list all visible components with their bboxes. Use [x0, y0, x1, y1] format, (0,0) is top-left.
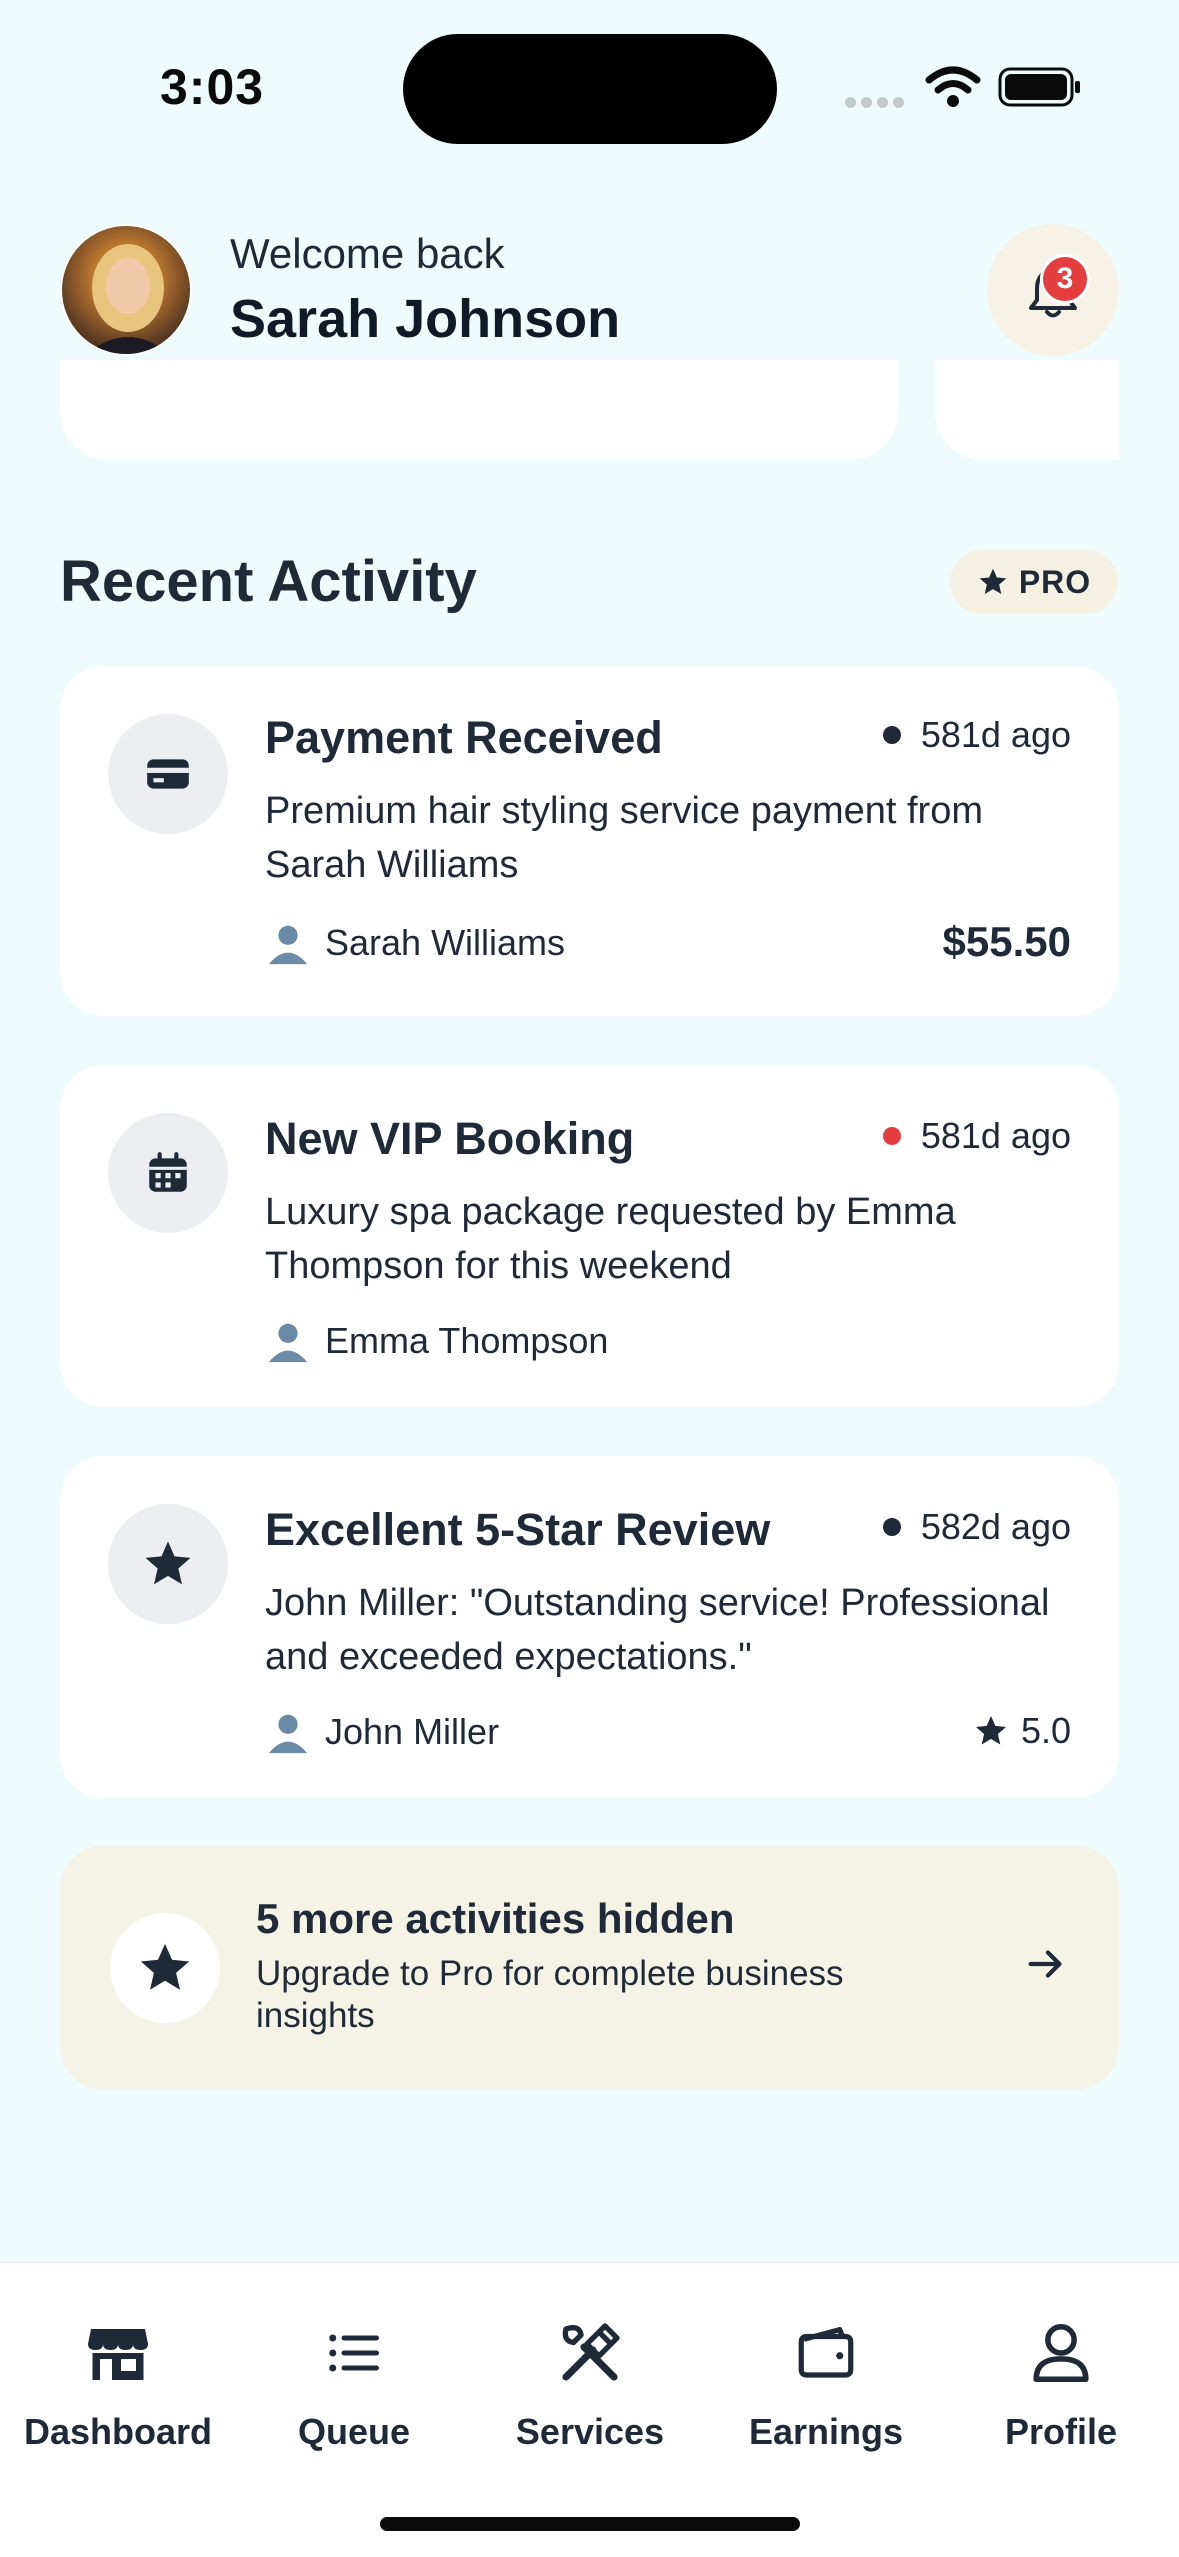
- activity-title: Excellent 5-Star Review: [265, 1504, 771, 1555]
- upgrade-banner[interactable]: 5 more activities hidden Upgrade to Pro …: [60, 1845, 1119, 2090]
- status-dot: [882, 726, 901, 744]
- activity-time: 581d ago: [882, 1115, 1071, 1157]
- calendar-icon: [149, 1152, 187, 1192]
- avatar[interactable]: [60, 224, 192, 356]
- tools-icon: [562, 2323, 620, 2381]
- user-name: Sarah Johnson: [230, 289, 621, 349]
- activity-time: 581d ago: [882, 714, 1071, 756]
- nav-label: Queue: [297, 2411, 411, 2452]
- nav-label: Earnings: [748, 2411, 904, 2452]
- activity-amount: $55.50: [942, 918, 1071, 965]
- activity-person-name: John Miller: [325, 1711, 500, 1752]
- dynamic-island: [403, 34, 777, 144]
- activity-title: Payment Received: [265, 712, 663, 763]
- arrow-right-icon[interactable]: [1023, 1941, 1069, 1987]
- pro-badge[interactable]: PRO: [950, 550, 1118, 614]
- activity-person-name: Sarah Williams: [325, 922, 566, 963]
- activity-description: John Miller: "Outstanding service! Profe…: [265, 1582, 1050, 1678]
- stats-card[interactable]: [60, 360, 898, 460]
- person-icon: [268, 1323, 308, 1363]
- rating-value: 5.0: [1020, 1710, 1071, 1751]
- credit-card-icon: [147, 759, 189, 789]
- status-time: 3:03: [160, 59, 265, 115]
- activity-icon-container: [108, 1504, 228, 1624]
- star-icon: [145, 1541, 191, 1585]
- wifi-icon: [925, 66, 981, 107]
- cellular-signal-icon: [845, 95, 909, 113]
- upgrade-title: 5 more activities hidden: [256, 1895, 735, 1942]
- nav-services[interactable]: Services: [472, 2313, 708, 2453]
- status-dot-urgent: [882, 1127, 901, 1145]
- battery-icon: [998, 67, 1080, 107]
- bottom-navigation: Dashboard Queue Services Earnings Profil…: [0, 2262, 1179, 2557]
- upgrade-icon-container: [110, 1913, 220, 2023]
- activity-person[interactable]: John Miller: [265, 1709, 499, 1755]
- activity-time-label: 582d ago: [920, 1506, 1071, 1547]
- list-icon: [329, 2334, 379, 2372]
- activity-card-review[interactable]: Excellent 5-Star Review 582d ago John Mi…: [60, 1456, 1119, 1798]
- nav-queue[interactable]: Queue: [236, 2313, 472, 2453]
- nav-profile[interactable]: Profile: [943, 2313, 1179, 2453]
- rating-star-icon: [975, 1716, 1006, 1745]
- stats-card-next[interactable]: [935, 360, 1119, 460]
- activity-icon-container: [108, 1113, 228, 1233]
- activity-rating: 5.0: [973, 1710, 1071, 1752]
- person-icon: [1033, 2323, 1089, 2383]
- activity-person[interactable]: Sarah Williams: [265, 920, 565, 966]
- activity-description: Premium hair styling service payment fro…: [265, 790, 983, 886]
- wallet-icon: [798, 2327, 854, 2378]
- star-icon: [140, 1943, 190, 1990]
- nav-label: Services: [515, 2411, 665, 2452]
- activity-card-booking[interactable]: New VIP Booking 581d ago Luxury spa pack…: [60, 1065, 1119, 1407]
- upgrade-subtitle: Upgrade to Pro for complete business ins…: [256, 1954, 844, 2035]
- activity-card-payment[interactable]: Payment Received 581d ago Premium hair s…: [60, 666, 1119, 1016]
- activity-time: 582d ago: [882, 1506, 1071, 1548]
- nav-label: Profile: [1004, 2411, 1118, 2452]
- section-title: Recent Activity: [60, 549, 477, 614]
- person-icon: [268, 925, 308, 965]
- person-icon: [268, 1714, 308, 1754]
- nav-label: Dashboard: [23, 2411, 213, 2452]
- nav-earnings[interactable]: Earnings: [708, 2313, 944, 2453]
- activity-title: New VIP Booking: [265, 1113, 635, 1164]
- activity-person-name: Emma Thompson: [325, 1320, 609, 1361]
- home-indicator[interactable]: [380, 2517, 800, 2531]
- status-dot: [882, 1518, 901, 1536]
- nav-dashboard[interactable]: Dashboard: [0, 2313, 236, 2453]
- pro-badge-label: PRO: [1018, 563, 1092, 600]
- storefront-icon: [88, 2329, 148, 2380]
- star-icon: [979, 568, 1007, 594]
- activity-time-label: 581d ago: [920, 714, 1071, 755]
- welcome-text: Welcome back: [230, 230, 505, 277]
- activity-time-label: 581d ago: [920, 1115, 1071, 1156]
- activity-icon-container: [108, 714, 228, 834]
- activity-person[interactable]: Emma Thompson: [265, 1318, 608, 1364]
- avatar-photo: [86, 244, 170, 354]
- activity-description: Luxury spa package requested by Emma Tho…: [265, 1191, 956, 1287]
- notification-count-badge: 3: [1040, 254, 1090, 304]
